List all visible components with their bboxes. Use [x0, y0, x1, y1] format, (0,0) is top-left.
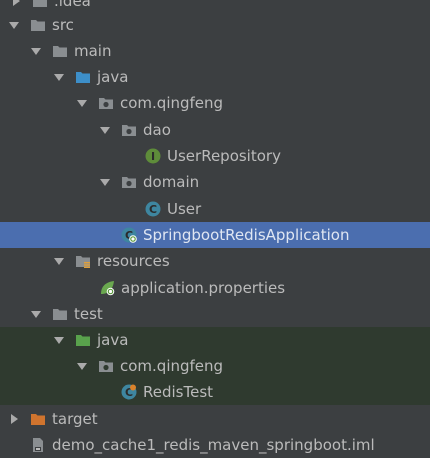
- folder-icon: [30, 17, 46, 33]
- interface-icon: I: [145, 148, 161, 164]
- tree-row-user-repository[interactable]: I UserRepository: [0, 143, 430, 169]
- package-icon: [121, 174, 137, 190]
- chevron-down-icon[interactable]: [99, 176, 111, 188]
- tree-label: SpringbootRedisApplication: [143, 226, 350, 244]
- package-icon: [98, 95, 114, 111]
- tree-label: java: [97, 331, 129, 349]
- chevron-down-icon[interactable]: [30, 308, 42, 320]
- chevron-down-icon[interactable]: [30, 45, 42, 57]
- tree-label: RedisTest: [143, 383, 214, 401]
- tree-label: demo_cache1_redis_maven_springboot.iml: [52, 436, 375, 454]
- test-source-folder-icon: [75, 332, 91, 348]
- tree-row-domain[interactable]: domain: [0, 169, 430, 195]
- tree-row-resources[interactable]: resources: [0, 248, 430, 274]
- package-icon: [98, 358, 114, 374]
- chevron-down-icon[interactable]: [76, 97, 88, 109]
- tree-row-package-test[interactable]: com.qingfeng: [0, 353, 430, 379]
- chevron-down-icon[interactable]: [76, 360, 88, 372]
- spring-boot-test-class-icon: C: [121, 384, 137, 400]
- tree-label: java: [97, 68, 129, 86]
- tree-label: domain: [143, 173, 200, 191]
- package-icon: [121, 122, 137, 138]
- resources-folder-icon: [75, 253, 91, 269]
- chevron-down-icon[interactable]: [8, 19, 20, 31]
- tree-label: src: [52, 16, 74, 34]
- folder-icon: [52, 306, 68, 322]
- tree-row-package-main[interactable]: com.qingfeng: [0, 90, 430, 116]
- tree-label: test: [74, 305, 103, 323]
- class-icon: C: [145, 201, 161, 217]
- tree-label: com.qingfeng: [120, 94, 224, 112]
- svg-text:C: C: [149, 203, 157, 216]
- excluded-folder-icon: [30, 411, 46, 427]
- module-file-icon: [30, 437, 46, 453]
- chevron-right-icon[interactable]: [10, 0, 22, 7]
- tree-row-user[interactable]: C User: [0, 196, 430, 222]
- svg-text:I: I: [151, 150, 155, 163]
- spring-boot-class-icon: C: [121, 227, 137, 243]
- folder-icon: [32, 0, 48, 9]
- tree-row-redis-test[interactable]: C RedisTest: [0, 379, 430, 405]
- tree-row-main[interactable]: main: [0, 38, 430, 64]
- chevron-right-icon[interactable]: [8, 413, 20, 425]
- tree-row-iml-file[interactable]: demo_cache1_redis_maven_springboot.iml: [0, 432, 430, 458]
- tree-label: resources: [97, 252, 170, 270]
- chevron-down-icon[interactable]: [53, 334, 65, 346]
- tree-label: com.qingfeng: [120, 357, 224, 375]
- tree-label: main: [74, 42, 112, 60]
- tree-row-test[interactable]: test: [0, 301, 430, 327]
- project-tree: .idea src main java com.qingfeng dao I U…: [0, 0, 430, 457]
- source-folder-icon: [75, 69, 91, 85]
- tree-label: UserRepository: [167, 147, 281, 165]
- chevron-down-icon[interactable]: [53, 255, 65, 267]
- tree-label: User: [167, 200, 202, 218]
- tree-row-src[interactable]: src: [0, 12, 430, 38]
- tree-row-java-test[interactable]: java: [0, 327, 430, 353]
- chevron-down-icon[interactable]: [53, 71, 65, 83]
- tree-row-application-properties[interactable]: application.properties: [0, 275, 430, 301]
- tree-row-java-main[interactable]: java: [0, 64, 430, 90]
- folder-icon: [52, 43, 68, 59]
- spring-leaf-icon: [99, 280, 115, 296]
- chevron-down-icon[interactable]: [99, 124, 111, 136]
- tree-row-dao[interactable]: dao: [0, 117, 430, 143]
- tree-label: target: [52, 410, 98, 428]
- tree-label: dao: [143, 121, 171, 139]
- tree-row-springboot-redis-application[interactable]: C SpringbootRedisApplication: [0, 222, 430, 248]
- tree-row-target[interactable]: target: [0, 406, 430, 432]
- tree-label: application.properties: [121, 279, 286, 297]
